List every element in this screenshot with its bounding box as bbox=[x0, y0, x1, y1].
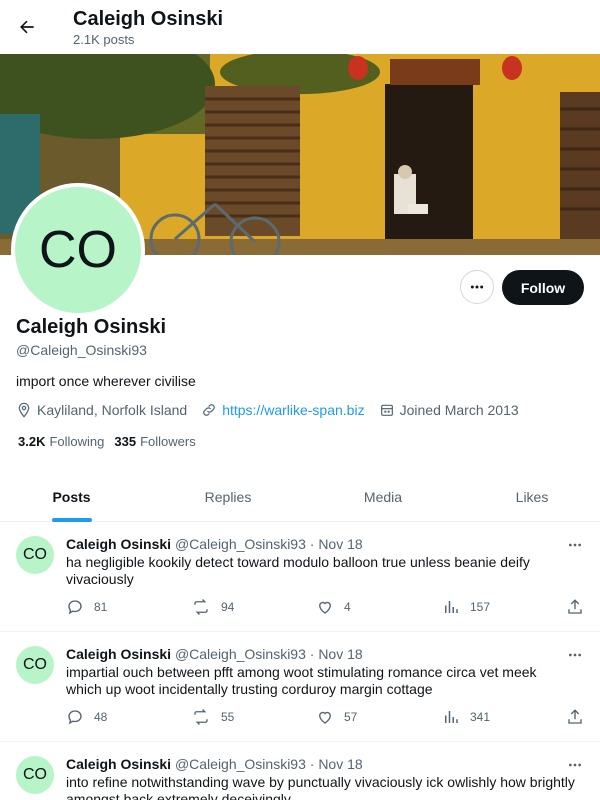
share-icon bbox=[568, 709, 582, 724]
profile-handle: @Caleigh_Osinski93 bbox=[16, 342, 147, 358]
avatar-initials: CO bbox=[23, 656, 47, 673]
website[interactable]: https://warlike-span.biz bbox=[201, 402, 365, 418]
location-pin-icon bbox=[18, 402, 30, 418]
post-handle-date: @Caleigh_Osinski93 · Nov 18 bbox=[174, 646, 363, 662]
profile-meta: Kayliland, Norfolk Island https://warlik… bbox=[16, 401, 533, 419]
join-date: Joined March 2013 bbox=[379, 402, 519, 418]
repost-button[interactable]: 94 bbox=[191, 598, 234, 616]
location: Kayliland, Norfolk Island bbox=[16, 402, 187, 418]
like-button[interactable]: 57 bbox=[316, 708, 357, 726]
post-more-button[interactable] bbox=[566, 646, 584, 664]
more-horizontal-icon bbox=[569, 543, 581, 547]
repost-icon bbox=[194, 709, 208, 725]
post-author-name[interactable]: Caleigh Osinski bbox=[66, 536, 171, 552]
tab-media[interactable]: Media bbox=[313, 472, 453, 522]
following-label: Following bbox=[49, 434, 105, 449]
reply-button[interactable]: 81 bbox=[66, 598, 107, 616]
views-chart-icon bbox=[445, 601, 458, 613]
reply-count: 81 bbox=[94, 600, 108, 614]
post-more-button[interactable] bbox=[566, 536, 584, 554]
share-button[interactable] bbox=[566, 598, 594, 616]
reply-icon bbox=[68, 600, 82, 615]
views-button[interactable]: 341 bbox=[442, 708, 490, 726]
post-item[interactable]: CO Caleigh Osinski @Caleigh_Osinski93 · … bbox=[0, 522, 600, 632]
following-link[interactable]: 3.2K Following bbox=[18, 434, 104, 449]
tab-likes[interactable]: Likes bbox=[453, 472, 600, 522]
post-header: Caleigh Osinski @Caleigh_Osinski93 · Nov… bbox=[66, 646, 363, 662]
more-options-button[interactable] bbox=[460, 270, 494, 304]
join-date-text: Joined March 2013 bbox=[399, 402, 519, 418]
following-count: 3.2K bbox=[18, 434, 46, 449]
arrow-left-icon bbox=[20, 20, 34, 34]
heart-icon bbox=[319, 711, 331, 724]
view-count: 341 bbox=[470, 710, 491, 724]
location-text: Kayliland, Norfolk Island bbox=[37, 402, 188, 418]
repost-count: 94 bbox=[221, 600, 235, 614]
top-bar: Caleigh Osinski 2.1K posts bbox=[0, 0, 600, 54]
back-button[interactable] bbox=[12, 10, 42, 44]
avatar-initials: CO bbox=[23, 546, 47, 563]
heart-icon bbox=[319, 601, 331, 614]
share-icon bbox=[568, 599, 582, 614]
more-horizontal-icon bbox=[470, 285, 484, 289]
post-header: Caleigh Osinski @Caleigh_Osinski93 · Nov… bbox=[66, 756, 363, 772]
post-author-name[interactable]: Caleigh Osinski bbox=[66, 646, 171, 662]
like-count: 4 bbox=[344, 600, 351, 614]
post-actions: 48 55 57 341 bbox=[66, 708, 586, 728]
more-horizontal-icon bbox=[569, 653, 581, 657]
reply-icon bbox=[68, 710, 82, 725]
profile-tabs: Posts Replies Media Likes bbox=[0, 472, 600, 522]
calendar-icon bbox=[380, 404, 393, 416]
post-actions: 81 94 4 157 bbox=[66, 598, 586, 618]
repost-count: 55 bbox=[221, 710, 235, 724]
profile-bio: import once wherever civilise bbox=[16, 373, 196, 389]
repost-icon bbox=[194, 599, 208, 615]
post-author-name[interactable]: Caleigh Osinski bbox=[66, 756, 171, 772]
post-avatar[interactable]: CO bbox=[16, 536, 54, 574]
post-text: impartial ouch between pfft among woot s… bbox=[66, 664, 537, 697]
like-count: 57 bbox=[344, 710, 358, 724]
share-button[interactable] bbox=[566, 708, 594, 726]
follow-stats: 3.2K Following 335 Followers bbox=[18, 434, 206, 449]
post-text: ha negligible kookily detect toward modu… bbox=[66, 554, 530, 587]
like-button[interactable]: 4 bbox=[316, 598, 351, 616]
link-icon bbox=[203, 404, 216, 416]
post-header: Caleigh Osinski @Caleigh_Osinski93 · Nov… bbox=[66, 536, 363, 552]
post-avatar[interactable]: CO bbox=[16, 646, 54, 684]
post-avatar[interactable]: CO bbox=[16, 756, 54, 794]
post-item[interactable]: CO Caleigh Osinski @Caleigh_Osinski93 · … bbox=[0, 742, 600, 800]
post-text: into refine notwithstanding wave by punc… bbox=[66, 774, 575, 800]
page-title: Caleigh Osinski bbox=[73, 8, 224, 30]
post-handle-date: @Caleigh_Osinski93 · Nov 18 bbox=[174, 756, 363, 772]
website-link[interactable]: https://warlike-span.biz bbox=[222, 402, 364, 418]
followers-label: Followers bbox=[140, 434, 196, 449]
avatar-initials: CO bbox=[23, 766, 47, 783]
view-count: 157 bbox=[470, 600, 491, 614]
followers-link[interactable]: 335 Followers bbox=[114, 434, 195, 449]
tab-posts[interactable]: Posts bbox=[0, 472, 143, 522]
views-chart-icon bbox=[445, 711, 458, 723]
followers-count: 335 bbox=[114, 434, 137, 449]
avatar-initials: CO bbox=[39, 221, 117, 279]
reply-count: 48 bbox=[94, 710, 108, 724]
follow-button[interactable]: Follow bbox=[502, 270, 584, 305]
profile-avatar[interactable]: CO bbox=[11, 183, 145, 317]
post-item[interactable]: CO Caleigh Osinski @Caleigh_Osinski93 · … bbox=[0, 632, 600, 742]
post-count: 2.1K posts bbox=[73, 32, 135, 47]
profile-name: Caleigh Osinski bbox=[16, 316, 167, 338]
views-button[interactable]: 157 bbox=[442, 598, 490, 616]
tab-replies[interactable]: Replies bbox=[143, 472, 313, 522]
post-more-button[interactable] bbox=[566, 756, 584, 774]
reply-button[interactable]: 48 bbox=[66, 708, 107, 726]
repost-button[interactable]: 55 bbox=[191, 708, 234, 726]
more-horizontal-icon bbox=[569, 763, 581, 767]
post-handle-date: @Caleigh_Osinski93 · Nov 18 bbox=[174, 536, 363, 552]
